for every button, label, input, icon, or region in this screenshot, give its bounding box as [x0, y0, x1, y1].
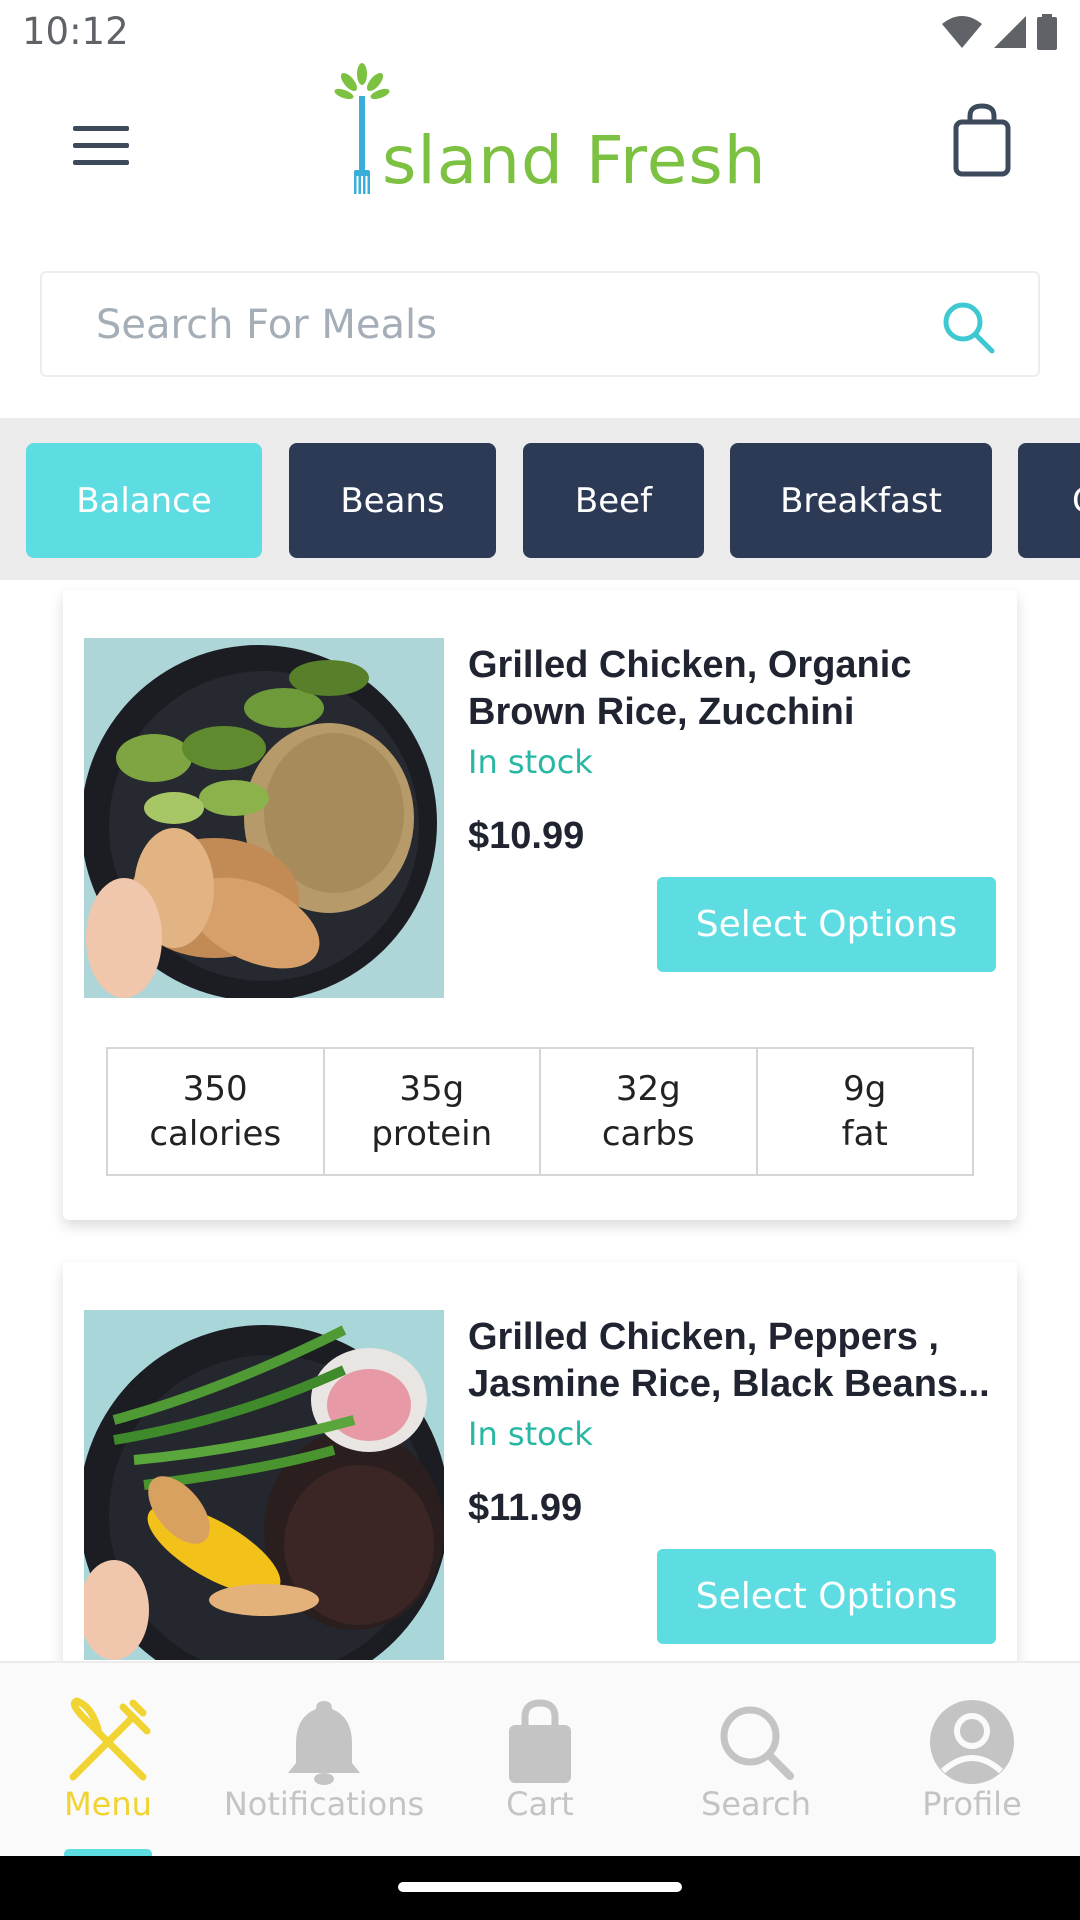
nutrition-value: 32g — [615, 1068, 681, 1109]
nav-tab-cart[interactable]: Cart — [432, 1663, 648, 1858]
system-gesture-bar — [0, 1856, 1080, 1920]
hamburger-line — [73, 159, 129, 165]
search-bar — [40, 271, 1040, 377]
nav-label: Notifications — [223, 1785, 425, 1823]
meal-photo-chicken-peppers-beans — [84, 1310, 444, 1660]
select-options-button[interactable]: Select Options — [657, 1549, 996, 1644]
signal-icon — [994, 16, 1026, 48]
brand-logo: sland Fresh — [332, 62, 766, 202]
category-chip-breakfast[interactable]: Breakfast — [730, 443, 992, 558]
status-time: 10:12 — [22, 10, 129, 53]
wifi-icon — [942, 16, 982, 48]
product-title-line: Brown Rice, Zucchini — [468, 691, 855, 733]
app-header: sland Fresh — [0, 62, 1080, 262]
nutrition-fat: 9g fat — [758, 1049, 973, 1174]
product-card[interactable]: Grilled Chicken, Organic Brown Rice, Zuc… — [63, 590, 1017, 1220]
shopping-bag-icon — [953, 103, 1011, 177]
search-input[interactable] — [96, 295, 896, 355]
nutrition-protein: 35g protein — [325, 1049, 541, 1174]
stock-status: In stock — [468, 743, 593, 781]
nutrition-unit: calories — [149, 1113, 282, 1154]
category-filter-bar: Balance Beans Beef Breakfast C — [0, 418, 1080, 580]
nutrition-unit: carbs — [601, 1113, 695, 1154]
category-chip-balance[interactable]: Balance — [26, 443, 262, 558]
nutrition-value: 35g — [399, 1068, 465, 1109]
nav-label: Menu — [64, 1785, 152, 1823]
stock-status: In stock — [468, 1415, 593, 1453]
nav-label: Search — [701, 1785, 811, 1823]
nutrition-unit: protein — [371, 1113, 493, 1154]
brand-logo-text: sland Fresh — [382, 122, 767, 199]
product-title-line: Jasmine Rice, Black Beans... — [468, 1363, 990, 1405]
search-icon — [711, 1697, 801, 1787]
nav-tab-search[interactable]: Search — [648, 1663, 864, 1858]
status-icons — [940, 14, 1058, 50]
hamburger-line — [73, 125, 129, 131]
shopping-bag-icon — [495, 1697, 585, 1787]
fork-knife-icon — [63, 1697, 153, 1787]
nav-label: Cart — [506, 1785, 574, 1823]
category-chip-partial[interactable]: C — [1018, 443, 1080, 558]
select-options-button[interactable]: Select Options — [657, 877, 996, 972]
profile-icon — [927, 1697, 1017, 1787]
product-price: $11.99 — [468, 1487, 583, 1529]
home-gesture-handle[interactable] — [398, 1882, 682, 1892]
status-bar: 10:12 — [0, 0, 1080, 62]
product-title[interactable]: Grilled Chicken, Peppers , Jasmine Rice,… — [468, 1314, 1008, 1408]
nutrition-calories: 350 calories — [108, 1049, 325, 1174]
product-card[interactable]: Grilled Chicken, Peppers , Jasmine Rice,… — [63, 1262, 1017, 1682]
nav-tab-profile[interactable]: Profile — [864, 1663, 1080, 1858]
category-chip-beans[interactable]: Beans — [289, 443, 496, 558]
nav-tab-menu[interactable]: Menu — [0, 1663, 216, 1858]
product-title-line: Grilled Chicken, Organic — [468, 644, 912, 686]
hamburger-line — [73, 142, 129, 148]
nav-label: Profile — [922, 1785, 1022, 1823]
category-chip-beef[interactable]: Beef — [523, 443, 704, 558]
bottom-navigation: Menu Notifications Cart Search Profile — [0, 1661, 1080, 1858]
nutrition-table: 350 calories 35g protein 32g carbs 9g fa… — [106, 1047, 974, 1176]
nutrition-unit: fat — [841, 1113, 888, 1154]
nutrition-carbs: 32g carbs — [541, 1049, 758, 1174]
nutrition-value: 9g — [843, 1068, 887, 1109]
product-title[interactable]: Grilled Chicken, Organic Brown Rice, Zuc… — [468, 642, 1008, 736]
product-image[interactable] — [84, 638, 444, 998]
battery-icon — [1037, 14, 1057, 50]
bell-icon — [279, 1697, 369, 1787]
nav-tab-notifications[interactable]: Notifications — [216, 1663, 432, 1858]
shopping-bag-button[interactable] — [948, 102, 1022, 180]
hamburger-menu-button[interactable] — [62, 106, 140, 184]
meal-photo-chicken-rice-zucchini — [84, 638, 444, 998]
product-price: $10.99 — [468, 815, 585, 857]
nutrition-value: 350 — [182, 1068, 248, 1109]
product-title-line: Grilled Chicken, Peppers , — [468, 1316, 939, 1358]
app-screen: 10:12 sland Fresh Search For Meals Balan… — [0, 0, 1080, 1920]
product-image[interactable] — [84, 1310, 444, 1660]
search-icon[interactable] — [940, 299, 996, 355]
